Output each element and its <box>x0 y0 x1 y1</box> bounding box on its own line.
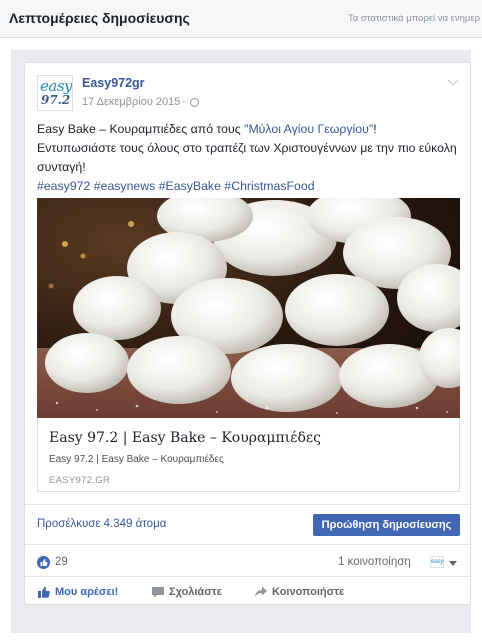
comment-icon <box>152 587 164 598</box>
hashtags: #easy972 #easynews #EasyBake #ChristmasF… <box>37 179 315 193</box>
avatar-logo-number: 97.2 <box>41 93 71 107</box>
post-card: easy 97.2 Easy972gr 17 Δεκεμβρίου 2015 ·… <box>24 62 471 605</box>
link-preview-description: Easy 97.2 | Easy Bake – Κουραμπιέδες <box>49 454 224 465</box>
hashtag-link[interactable]: #easynews <box>94 179 156 193</box>
post-message: Easy Bake – Κουραμπιέδες από τους "Μύλοι… <box>37 120 457 196</box>
dialog-note: Τα στατιστικά μπορεί να ενημερ <box>348 13 481 24</box>
post-date[interactable]: 17 Δεκεμβρίου 2015 <box>82 96 180 108</box>
dialog-title: Λεπτομέρειες δημοσίευσης <box>9 10 190 26</box>
link-preview[interactable]: Easy 97.2 | Easy Bake – Κουραμπιέδες Eas… <box>37 418 460 492</box>
like-button-label: Μου αρέσει! <box>55 586 119 598</box>
post-text-link[interactable]: "Μύλοι Αγίου Γεωργίου" <box>244 122 373 136</box>
hashtag-link[interactable]: #easy972 <box>37 179 90 193</box>
share-as-avatar[interactable]: easy <box>430 556 444 568</box>
share-icon <box>255 586 267 597</box>
share-button-label: Κοινοποιήστε <box>272 586 345 598</box>
like-icon <box>37 556 50 569</box>
boost-post-button[interactable]: Προώθηση δημοσίευσης <box>313 514 460 536</box>
date-separator: · <box>182 96 186 108</box>
hashtag-link[interactable]: #EasyBake <box>159 179 221 193</box>
like-count[interactable]: 29 <box>55 556 68 568</box>
reach-row: Προσέλκυσε 4.349 άτομα Προώθηση δημοσίευ… <box>25 504 470 544</box>
page-name-link[interactable]: Easy972gr <box>82 76 145 90</box>
like-icon <box>38 586 50 598</box>
share-count[interactable]: 1 κοινοποίηση <box>338 556 411 568</box>
caret-down-icon[interactable] <box>449 561 457 566</box>
reach-link[interactable]: Προσέλκυσε 4.349 άτομα <box>37 518 166 530</box>
hashtag-link[interactable]: #ChristmasFood <box>224 179 314 193</box>
globe-icon <box>190 98 199 107</box>
actions-row: Μου αρέσει! Σχολιάστε Κοινοποιήστε <box>25 576 470 604</box>
comment-button-label: Σχολιάστε <box>169 586 222 598</box>
link-preview-title[interactable]: Easy 97.2 | Easy Bake – Κουραμπιέδες <box>49 430 321 446</box>
dialog-header: Λεπτομέρειες δημοσίευσης Τα στατιστικά μ… <box>0 0 482 38</box>
link-preview-domain: EASY972.GR <box>49 475 111 486</box>
stats-row: 29 1 κοινοποίηση easy <box>25 544 470 576</box>
post-image[interactable] <box>37 198 460 418</box>
page-avatar[interactable]: easy 97.2 <box>37 75 73 111</box>
chevron-down-icon[interactable] <box>447 74 459 86</box>
post-text-part: Easy Bake – Κουραμπιέδες από τους <box>37 122 245 136</box>
